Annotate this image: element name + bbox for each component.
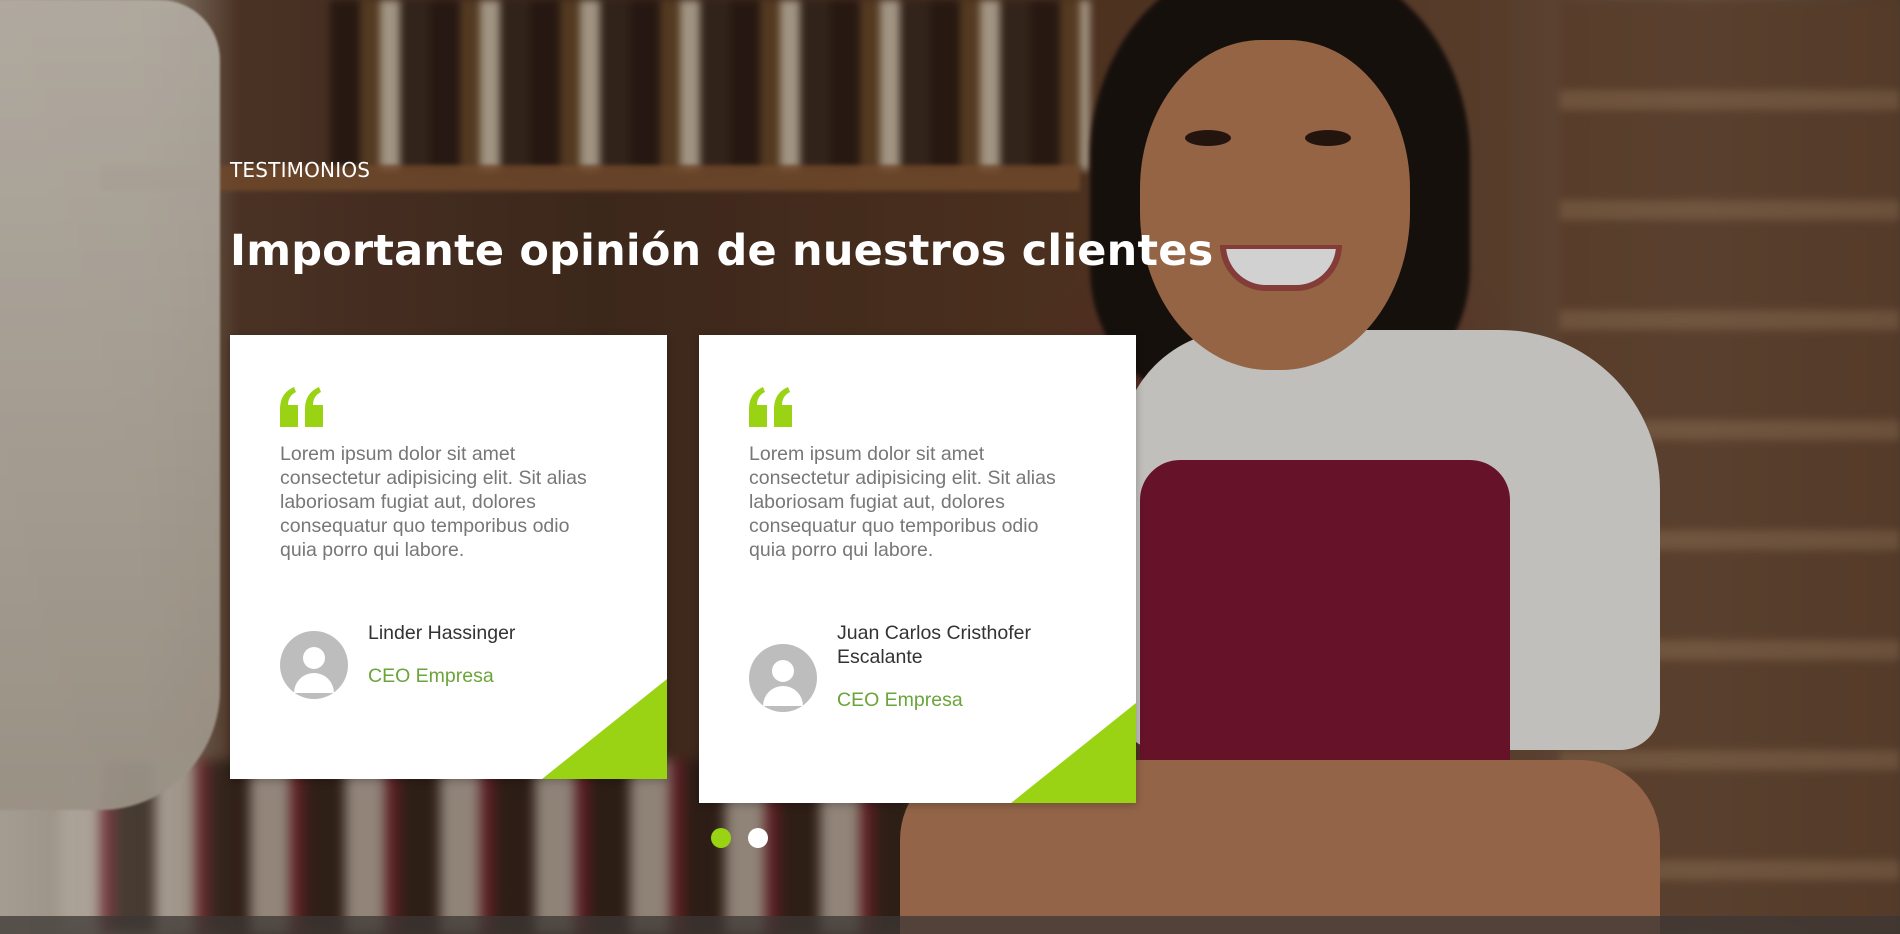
section-eyebrow: TESTIMONIOS	[230, 158, 371, 182]
user-avatar-icon	[280, 631, 348, 699]
user-avatar-icon	[749, 644, 817, 712]
quote-icon	[280, 387, 323, 427]
testimonials-section: TESTIMONIOS Importante opinión de nuestr…	[230, 0, 1670, 934]
testimonial-card: Lorem ipsum dolor sit amet consectetur a…	[230, 335, 667, 779]
testimonial-quote: Lorem ipsum dolor sit amet consectetur a…	[280, 443, 587, 561]
author-name: Linder Hassinger	[368, 622, 516, 644]
card-corner-accent	[542, 679, 667, 779]
quote-icon	[749, 387, 792, 427]
carousel-dot-1[interactable]	[711, 828, 731, 848]
testimonial-card: Lorem ipsum dolor sit amet consectetur a…	[699, 335, 1136, 803]
author-role: CEO Empresa	[837, 689, 963, 711]
carousel-pagination	[711, 828, 768, 848]
carousel-dot-2[interactable]	[748, 828, 768, 848]
testimonial-quote: Lorem ipsum dolor sit amet consectetur a…	[749, 443, 1056, 561]
card-corner-accent	[1011, 703, 1136, 803]
author-role: CEO Empresa	[368, 665, 494, 687]
author-name: Juan Carlos Cristhofer Escalante	[837, 622, 1031, 668]
section-title: Importante opinión de nuestros clientes	[230, 226, 1214, 276]
